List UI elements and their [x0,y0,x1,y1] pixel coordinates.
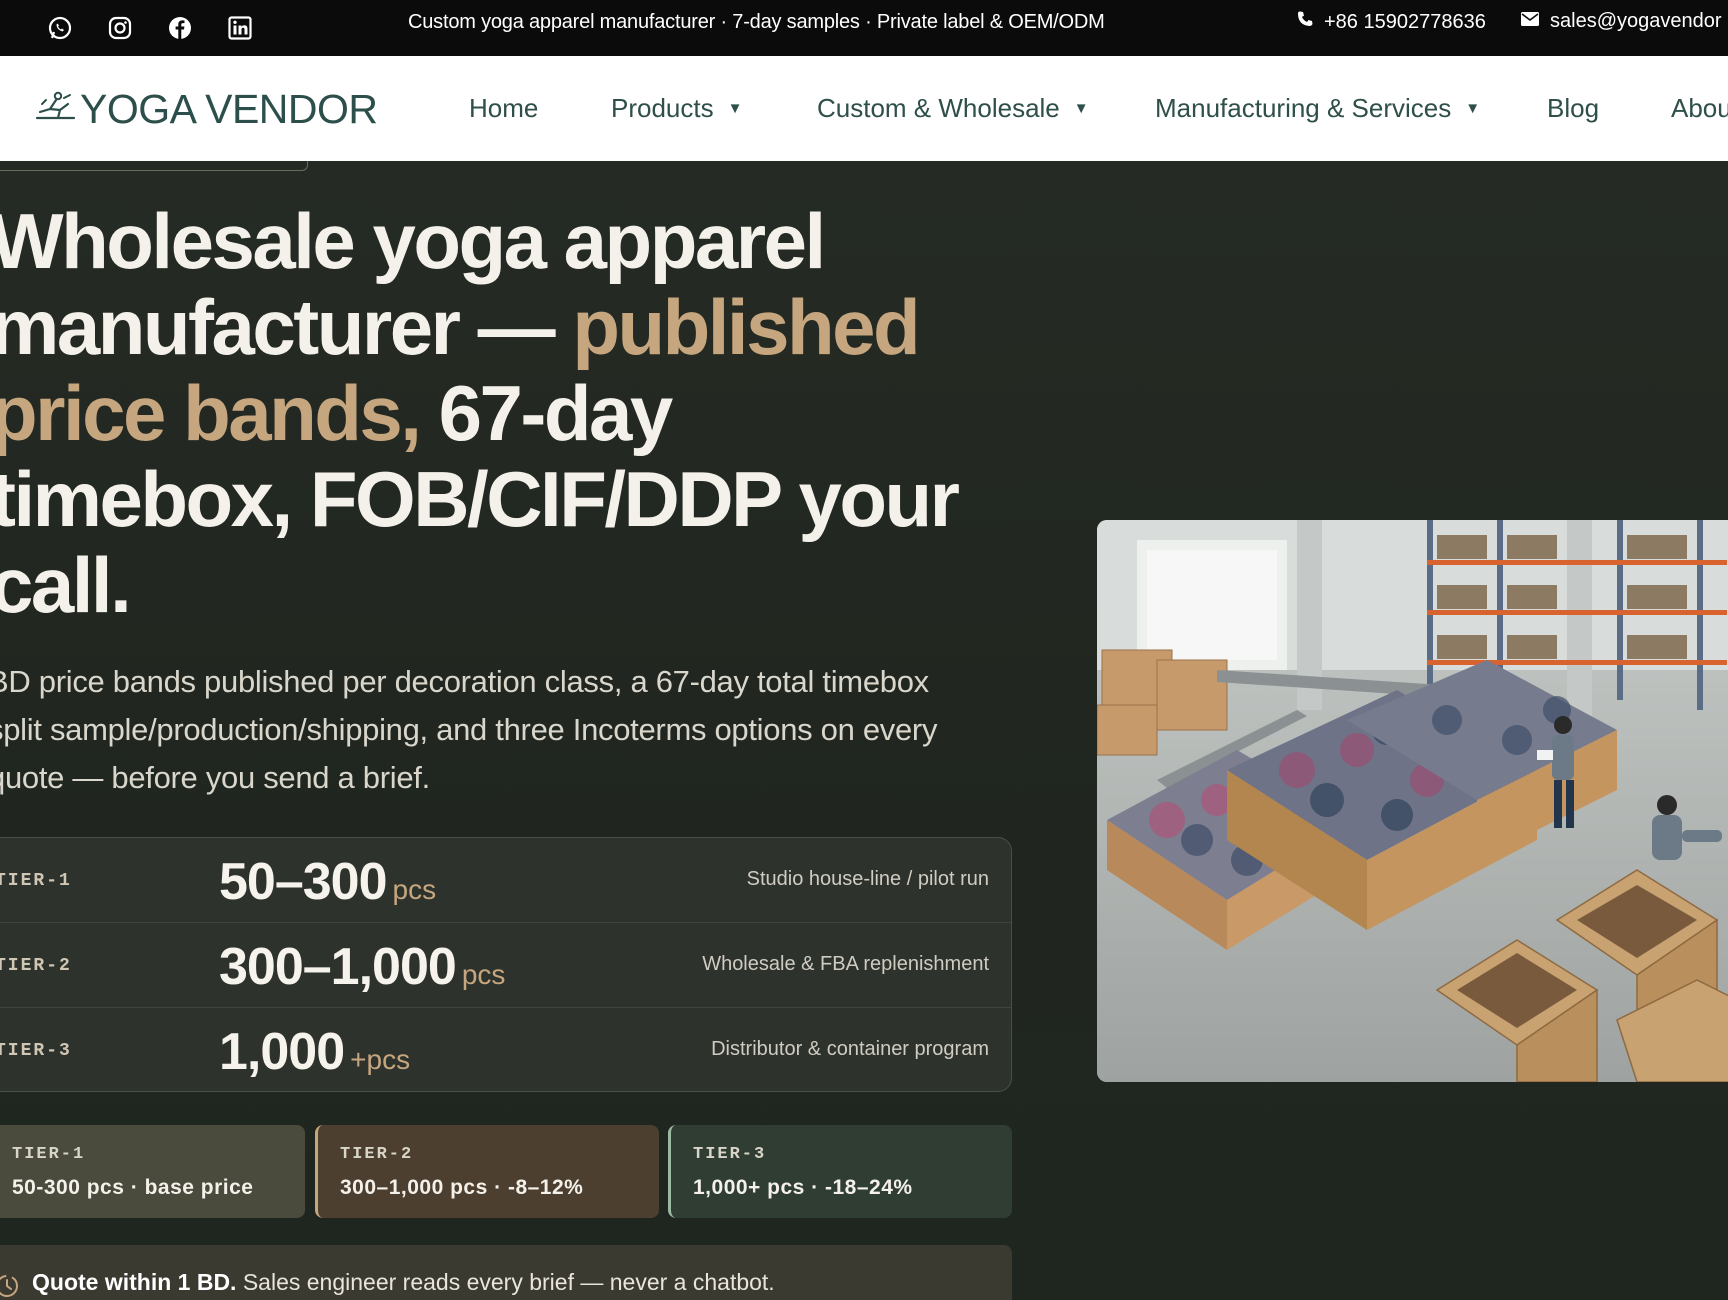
warehouse-photo [1097,520,1728,1082]
card-title: TIER-3 [693,1145,767,1164]
card-text: 1,000+ pcs · -18–24% [693,1176,913,1199]
quote-banner: Quote within 1 BD. Sales engineer reads … [0,1245,1012,1300]
tier-description: Distributor & container program [711,1038,989,1060]
tier-range-unit: pcs [392,874,437,905]
tier-range: 50–300 pcs [219,852,436,912]
logo-text: YOGA VENDOR [80,86,378,132]
top-bar: Custom yoga apparel manufacturer · 7-day… [0,0,1728,56]
card-text: 50-300 pcs · base price [12,1176,254,1199]
tier-card-2: TIER-2 300–1,000 pcs · -8–12% [315,1125,659,1218]
tier-label: TIER-2 [0,956,72,976]
email-contact[interactable]: sales@yogavendor [1520,10,1722,33]
yoga-figure-icon [34,90,76,129]
tier-range: 1,000 +pcs [219,1022,410,1082]
nav-item-label: Abou [1671,93,1728,123]
tier-range-value: 50–300 [219,853,388,911]
phone-contact[interactable]: +86 15902778636 [1296,10,1486,34]
linkedin-icon[interactable] [220,8,260,48]
social-links [40,8,260,48]
card-text: 300–1,000 pcs · -8–12% [340,1176,584,1199]
site-logo[interactable]: YOGA VENDOR [34,86,378,133]
tier-range: 300–1,000 pcs [219,937,505,997]
nav-item-about[interactable]: Abou [1671,93,1728,124]
tier-description: Studio house-line / pilot run [746,868,989,890]
card-title: TIER-1 [12,1145,86,1164]
nav-item-products[interactable]: Products ▼ [611,93,742,124]
nav-item-label: Manufacturing & Services [1155,93,1452,123]
nav-item-label: Home [469,93,539,123]
tier-row: TIER-1 50–300 pcs Studio house-line / pil… [0,838,1011,923]
hero-eyebrow-pill [0,161,308,171]
nav-item-label: Custom & Wholesale [817,93,1060,123]
clock-icon [0,1273,20,1300]
nav-item-label: Products [611,93,714,123]
tier-label: TIER-1 [0,871,72,891]
quote-rest: Sales engineer reads every brief — never… [236,1269,775,1295]
tier-table: TIER-1 50–300 pcs Studio house-line / pil… [0,837,1012,1092]
tier-label: TIER-3 [0,1041,72,1061]
card-title: TIER-2 [340,1145,414,1164]
nav-item-custom-wholesale[interactable]: Custom & Wholesale ▼ [817,93,1089,124]
nav-item-label: Blog [1547,93,1600,123]
phone-number: +86 15902778636 [1324,10,1486,33]
whatsapp-icon[interactable] [40,8,80,48]
caret-down-icon: ▼ [1073,100,1089,117]
tier-range-unit: pcs [461,959,506,990]
instagram-icon[interactable] [100,8,140,48]
email-address: sales@yogavendor [1550,10,1722,32]
caret-down-icon: ▼ [727,100,743,117]
caret-down-icon: ▼ [1465,100,1481,117]
mail-icon [1520,10,1540,33]
tier-range-value: 1,000 [219,1023,345,1081]
quote-text: Quote within 1 BD. Sales engineer reads … [32,1269,775,1296]
quote-bold: Quote within 1 BD. [32,1269,237,1295]
hero-subtext: BD price bands published per decoration … [0,664,938,795]
facebook-icon[interactable] [160,8,200,48]
tier-card-1: TIER-1 50-300 pcs · base price [0,1125,305,1218]
phone-icon [1296,10,1314,34]
topbar-tagline: Custom yoga apparel manufacturer · 7-day… [408,11,1105,33]
main-nav: YOGA VENDOR Home Products ▼ Custom & Who… [0,56,1728,161]
tier-range-value: 300–1,000 [219,938,457,996]
tier-card-3: TIER-3 1,000+ pcs · -18–24% [668,1125,1012,1218]
tier-row: TIER-3 1,000 +pcs Distributor & container… [0,1008,1011,1091]
nav-item-blog[interactable]: Blog [1547,93,1599,124]
nav-item-manufacturing-services[interactable]: Manufacturing & Services ▼ [1155,93,1480,124]
tier-range-unit: +pcs [350,1044,411,1075]
nav-item-home[interactable]: Home [469,93,538,124]
hero-headline: Wholesale yoga apparel manufacturer — pu… [0,198,990,628]
tier-description: Wholesale & FBA replenishment [702,953,989,975]
tier-row: TIER-2 300–1,000 pcs Wholesale & FBA repl… [0,923,1011,1008]
